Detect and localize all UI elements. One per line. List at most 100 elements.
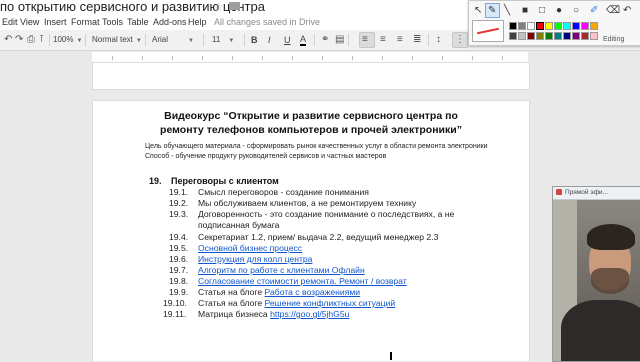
- menu-insert[interactable]: Insert: [44, 17, 67, 27]
- align-center-icon[interactable]: ≡: [380, 34, 386, 45]
- color-swatch[interactable]: [545, 32, 553, 40]
- document-page-previous[interactable]: [92, 63, 530, 90]
- list-item: Мы обслуживаем клиентов, а не ремонтируе…: [198, 198, 417, 208]
- list-item-number: 19.2.: [169, 198, 189, 208]
- color-swatch[interactable]: [554, 22, 562, 30]
- document-page[interactable]: Видеокурс “Открытие и развитие сервисног…: [92, 100, 530, 361]
- color-swatch[interactable]: [509, 32, 517, 40]
- ellipse-icon[interactable]: ○: [573, 5, 579, 16]
- highlighter-icon[interactable]: ✐: [590, 5, 598, 16]
- text-color-button[interactable]: A: [300, 35, 307, 46]
- font-value: Arial: [152, 35, 169, 44]
- pointer-icon[interactable]: ↖: [474, 5, 482, 16]
- link-objections[interactable]: Работа с возражениями: [265, 287, 361, 297]
- style-select[interactable]: Normal text ▼: [92, 35, 142, 44]
- comment-icon[interactable]: ▤: [335, 34, 344, 45]
- color-swatch[interactable]: [509, 22, 517, 30]
- link-conflicts[interactable]: Решение конфликтных ситуаций: [265, 298, 396, 308]
- link-repair-cost[interactable]: Согласование стоимости ремонта. Ремонт /…: [198, 276, 407, 286]
- color-swatch[interactable]: [563, 32, 571, 40]
- color-swatch[interactable]: [572, 22, 580, 30]
- stroke-preview[interactable]: [472, 20, 504, 42]
- list-item-text: Статья на блоге: [198, 287, 265, 297]
- menu-tools[interactable]: Tools: [102, 17, 123, 27]
- color-swatch[interactable]: [545, 22, 553, 30]
- paint-format-icon[interactable]: ⊺: [39, 34, 44, 45]
- menu-addons[interactable]: Add-ons: [153, 17, 187, 27]
- color-swatch[interactable]: [536, 32, 544, 40]
- eraser-icon[interactable]: ⌫: [606, 5, 620, 16]
- video-window-header[interactable]: Прямой эфи...: [553, 187, 640, 200]
- color-swatch[interactable]: [554, 32, 562, 40]
- list-item-number: 19.8.: [169, 276, 189, 286]
- undo-icon[interactable]: ↶: [4, 34, 12, 45]
- pen-icon[interactable]: ✎: [488, 5, 496, 16]
- menu-format[interactable]: Format: [71, 17, 100, 27]
- document-heading: Видеокурс “Открытие и развитие сервисног…: [93, 109, 529, 137]
- filled-ellipse-icon[interactable]: ●: [556, 5, 562, 16]
- redo-icon[interactable]: ↷: [15, 34, 23, 45]
- link-call-center-instruction[interactable]: Инструкция для колл центра: [198, 254, 312, 264]
- font-size-select[interactable]: 11 ▼: [212, 35, 234, 44]
- print-icon[interactable]: ⎙: [27, 34, 35, 45]
- text-cursor: [390, 352, 392, 360]
- list-item: Секретариат 1.2, прием/ выдача 2.2, веду…: [198, 232, 439, 242]
- list-item-number: 19.10.: [163, 298, 187, 308]
- document-title[interactable]: по открытию сервисного и развитию центра: [0, 0, 265, 14]
- color-swatch[interactable]: [590, 32, 598, 40]
- color-swatch[interactable]: [581, 22, 589, 30]
- heading-line-2: ремонту телефонов компьютеров и прочей э…: [160, 124, 462, 136]
- color-swatch[interactable]: [572, 32, 580, 40]
- toolbar-divider: [85, 34, 86, 46]
- link-offline-algorithm[interactable]: Алгоритм по работе с клиентами Офлайн: [198, 265, 365, 275]
- ruler[interactable]: [92, 52, 528, 63]
- link-icon[interactable]: ⚭: [321, 34, 329, 45]
- menu-view[interactable]: View: [20, 17, 39, 27]
- color-swatch[interactable]: [518, 22, 526, 30]
- align-justify-icon[interactable]: ≣: [413, 34, 421, 45]
- video-window[interactable]: Прямой эфи...: [552, 186, 640, 362]
- toolbar-divider: [314, 34, 315, 46]
- zoom-select[interactable]: 100% ▼: [53, 35, 82, 44]
- color-swatch[interactable]: [527, 22, 535, 30]
- list-item: Матрица бизнеса https://goo.gl/5jhG5u: [198, 309, 349, 319]
- list-item: Статья на блоге Решение конфликтных ситу…: [198, 298, 395, 308]
- link-business-process[interactable]: Основной бизнес процесс: [198, 243, 302, 253]
- person-hair: [587, 224, 635, 250]
- align-right-icon[interactable]: ≡: [397, 34, 403, 45]
- chevron-down-icon: ▼: [76, 38, 83, 44]
- stroke-line: [477, 27, 499, 35]
- color-swatch[interactable]: [535, 21, 545, 31]
- editing-mode[interactable]: Editing: [603, 36, 624, 43]
- menu-help[interactable]: Help: [188, 17, 207, 27]
- link-business-matrix[interactable]: https://goo.gl/5jhG5u: [270, 309, 349, 319]
- section-title: Переговоры с клиентом: [171, 176, 279, 186]
- undo-icon[interactable]: ↶: [623, 5, 631, 16]
- list-item: Статья на блоге Работа с возражениями: [198, 287, 360, 297]
- menu-edit[interactable]: Edit: [2, 17, 18, 27]
- list-item-number: 19.6.: [169, 254, 189, 264]
- underline-button[interactable]: U: [284, 35, 291, 45]
- line-spacing-icon[interactable]: ↕: [436, 34, 441, 45]
- line-icon[interactable]: ╲: [504, 5, 510, 16]
- chevron-down-icon: ▼: [188, 38, 194, 44]
- color-swatch[interactable]: [581, 32, 589, 40]
- folder-icon[interactable]: [229, 2, 240, 10]
- star-icon[interactable]: ☆: [213, 0, 224, 14]
- save-status[interactable]: All changes saved in Drive: [214, 17, 320, 27]
- list-item-number: 19.9.: [169, 287, 189, 297]
- font-size-value: 11: [212, 35, 221, 44]
- color-swatch[interactable]: [563, 22, 571, 30]
- rect-icon[interactable]: □: [539, 5, 545, 16]
- menu-table[interactable]: Table: [127, 17, 149, 27]
- color-swatch[interactable]: [590, 22, 598, 30]
- webcam-feed: [553, 200, 640, 361]
- italic-button[interactable]: I: [268, 35, 271, 45]
- color-swatch[interactable]: [518, 32, 526, 40]
- font-select[interactable]: Arial ▼: [152, 35, 194, 44]
- color-swatch[interactable]: [527, 32, 535, 40]
- chevron-down-icon: ▼: [228, 38, 235, 44]
- bold-button[interactable]: B: [251, 35, 258, 45]
- person-beard: [591, 268, 629, 294]
- filled-rect-icon[interactable]: ■: [522, 5, 528, 16]
